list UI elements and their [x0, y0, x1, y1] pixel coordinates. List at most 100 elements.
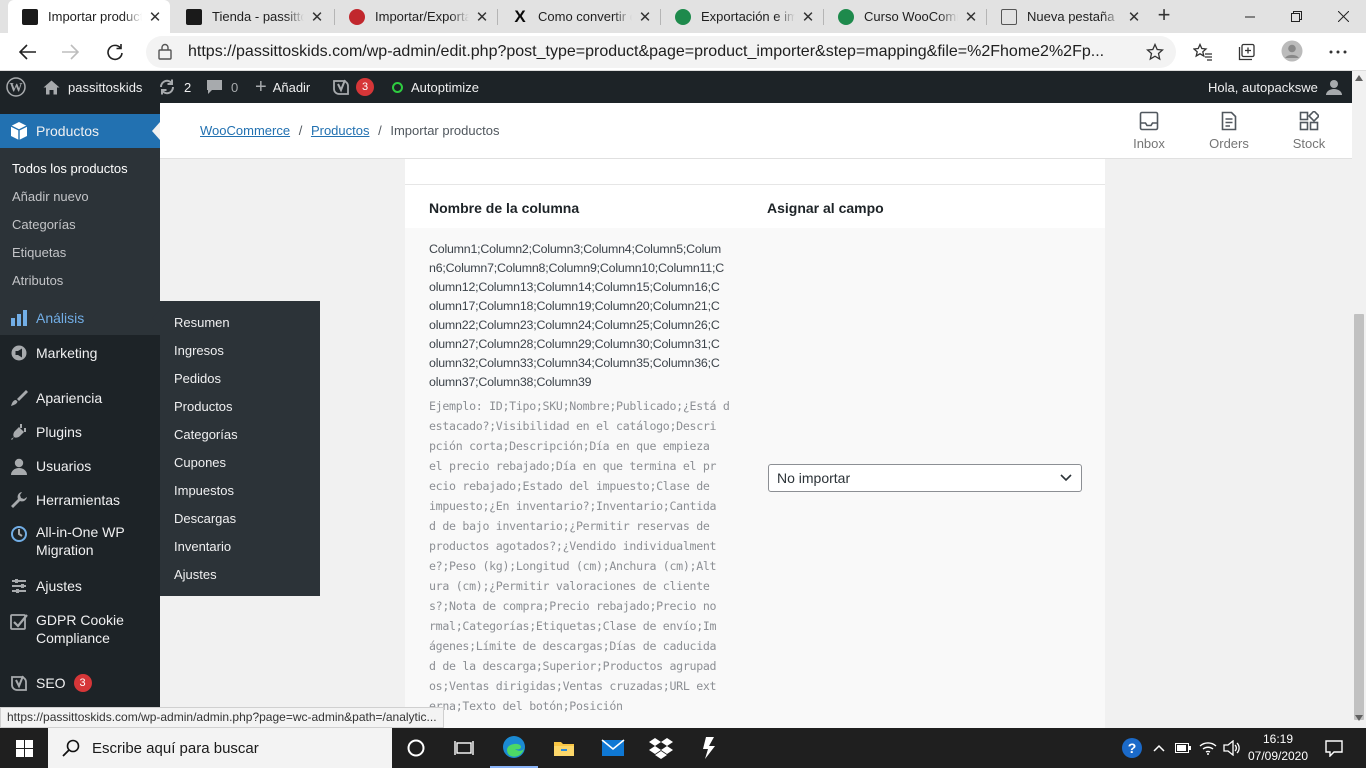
menu-usuarios[interactable]: Usuarios [0, 449, 160, 483]
task-view-button[interactable] [440, 728, 488, 768]
new-tab-button[interactable]: + [1152, 4, 1176, 28]
tab-importar-productos[interactable]: Importar productos ✕ [8, 0, 170, 33]
app-taskbar-shortcut[interactable] [686, 728, 734, 768]
my-account-link[interactable]: Hola, autopackswe [1208, 71, 1342, 103]
yoast-seo-link[interactable]: 3 [332, 71, 374, 103]
submenu-atributos[interactable]: Atributos [12, 273, 63, 288]
collections-icon[interactable] [1236, 41, 1258, 63]
browser-menu-icon[interactable] [1327, 41, 1349, 63]
flyout-resumen[interactable]: Resumen [174, 315, 230, 330]
forward-button[interactable] [59, 41, 81, 63]
minimize-window-button[interactable] [1227, 0, 1273, 33]
wordpress-logo-icon[interactable]: W [6, 71, 28, 103]
close-tab-icon[interactable]: ✕ [964, 8, 978, 26]
flyout-ingresos[interactable]: Ingresos [174, 343, 224, 358]
wifi-icon[interactable] [1196, 728, 1220, 768]
orders-button[interactable]: Orders [1189, 103, 1269, 159]
scroll-up-arrow-icon[interactable] [1355, 75, 1363, 81]
menu-ajustes[interactable]: Ajustes [0, 569, 160, 603]
comments-link[interactable]: 0 [206, 71, 238, 103]
close-tab-icon[interactable]: ✕ [310, 8, 324, 26]
favorite-star-icon[interactable] [1144, 41, 1166, 63]
notifications-button[interactable] [1310, 728, 1358, 768]
close-window-button[interactable] [1320, 0, 1366, 33]
taskbar-clock[interactable]: 16:19 07/09/2020 [1246, 729, 1310, 767]
taskbar-search-box[interactable]: Escribe aquí para buscar [48, 728, 392, 768]
menu-herramientas[interactable]: Herramientas [0, 483, 160, 517]
close-tab-icon[interactable]: ✕ [1127, 8, 1141, 26]
stock-button[interactable]: Stock [1269, 103, 1349, 159]
menu-gdpr-cookie[interactable]: GDPR Cookie Compliance [0, 611, 160, 651]
menu-seo[interactable]: SEO 3 [0, 666, 160, 700]
menu-all-in-one-migration[interactable]: All-in-One WP Migration [0, 523, 160, 563]
show-hidden-icons-chevron-icon[interactable] [1148, 728, 1170, 768]
tab-nueva-pestana[interactable]: Nueva pestaña ✕ [987, 0, 1149, 33]
task-view-icon [454, 741, 474, 755]
url-text[interactable]: https://passittoskids.com/wp-admin/edit.… [188, 43, 1126, 61]
mail-taskbar-app[interactable] [589, 728, 637, 768]
flyout-descargas[interactable]: Descargas [174, 511, 236, 526]
menu-productos[interactable]: Productos [0, 114, 160, 148]
submenu-anadir-nuevo[interactable]: Añadir nuevo [12, 189, 89, 204]
file-explorer-taskbar-app[interactable] [540, 728, 588, 768]
close-tab-icon[interactable]: ✕ [148, 8, 162, 26]
tab-como-convertir[interactable]: X Como convertir de ✕ [498, 0, 660, 33]
browser-tab-strip: Importar productos ✕ Tienda - passittosk… [0, 0, 1366, 33]
flyout-productos[interactable]: Productos [174, 399, 233, 414]
volume-icon[interactable] [1220, 728, 1244, 768]
flyout-pedidos[interactable]: Pedidos [174, 371, 221, 386]
start-button[interactable] [0, 728, 48, 768]
tab-curso-woocommerce[interactable]: Curso WooComme ✕ [824, 0, 986, 33]
close-tab-icon[interactable]: ✕ [801, 8, 815, 26]
chevron-down-icon [1060, 474, 1072, 482]
tab-exportacion[interactable]: Exportación e imp ✕ [661, 0, 823, 33]
submenu-etiquetas[interactable]: Etiquetas [12, 245, 66, 260]
example-line: pción corta;Descripción;Día en que empie… [429, 439, 710, 453]
flyout-cupones[interactable]: Cupones [174, 455, 226, 470]
woo-favicon-icon [675, 8, 691, 25]
close-tab-icon[interactable]: ✕ [475, 8, 489, 26]
page-scrollbar[interactable] [1352, 71, 1366, 728]
updates-link[interactable]: 2 [158, 71, 191, 103]
menu-apariencia[interactable]: Apariencia [0, 381, 160, 415]
submenu-categorias[interactable]: Categorías [12, 217, 76, 232]
submenu-todos-productos[interactable]: Todos los productos [12, 161, 128, 176]
home-icon [43, 80, 60, 95]
breadcrumb-productos[interactable]: Productos [311, 123, 370, 138]
example-line: el precio rebajado;Día en que termina el… [429, 459, 717, 473]
menu-marketing[interactable]: Marketing [0, 336, 160, 370]
tab-importar-exportar[interactable]: Importar/Exportar ✕ [335, 0, 497, 33]
woocommerce-header: WooCommerce / Productos / Importar produ… [160, 103, 1352, 159]
flyout-ajustes[interactable]: Ajustes [174, 567, 217, 582]
scrollbar-thumb[interactable] [1354, 314, 1364, 720]
site-name-link[interactable]: passittoskids [43, 71, 142, 103]
example-line: productos agotados?;¿Vendido individualm… [429, 539, 717, 553]
maximize-window-button[interactable] [1273, 0, 1319, 33]
address-bar[interactable]: https://passittoskids.com/wp-admin/edit.… [146, 36, 1176, 68]
tab-tienda[interactable]: Tienda - passittoskids ✕ [172, 0, 332, 33]
battery-icon[interactable] [1172, 728, 1194, 768]
autoptimize-link[interactable]: Autoptimize [392, 71, 479, 103]
field-mapping-select[interactable]: No importar [768, 464, 1082, 492]
menu-plugins[interactable]: Plugins [0, 415, 160, 449]
menu-analisis[interactable]: Análisis [0, 301, 160, 335]
add-new-link[interactable]: + Añadir [255, 71, 310, 103]
bar-chart-icon [0, 310, 36, 326]
scroll-down-arrow-icon[interactable] [1355, 715, 1363, 721]
lock-icon [158, 43, 172, 60]
svg-text:?: ? [1128, 740, 1137, 756]
inbox-button[interactable]: Inbox [1109, 103, 1189, 159]
favorites-bar-icon[interactable] [1192, 41, 1214, 63]
example-line: rmal;Categorías;Etiquetas;Clase de envío… [429, 619, 717, 633]
flyout-inventario[interactable]: Inventario [174, 539, 231, 554]
dropbox-taskbar-app[interactable] [637, 728, 685, 768]
flyout-impuestos[interactable]: Impuestos [174, 483, 234, 498]
flyout-categorias[interactable]: Categorías [174, 427, 238, 442]
reload-button[interactable] [104, 41, 126, 63]
cortana-button[interactable] [392, 728, 440, 768]
breadcrumb-woocommerce[interactable]: WooCommerce [200, 123, 290, 138]
edge-taskbar-app[interactable] [490, 728, 538, 768]
back-button[interactable] [17, 41, 39, 63]
close-tab-icon[interactable]: ✕ [638, 8, 652, 26]
profile-avatar[interactable] [1281, 40, 1303, 62]
